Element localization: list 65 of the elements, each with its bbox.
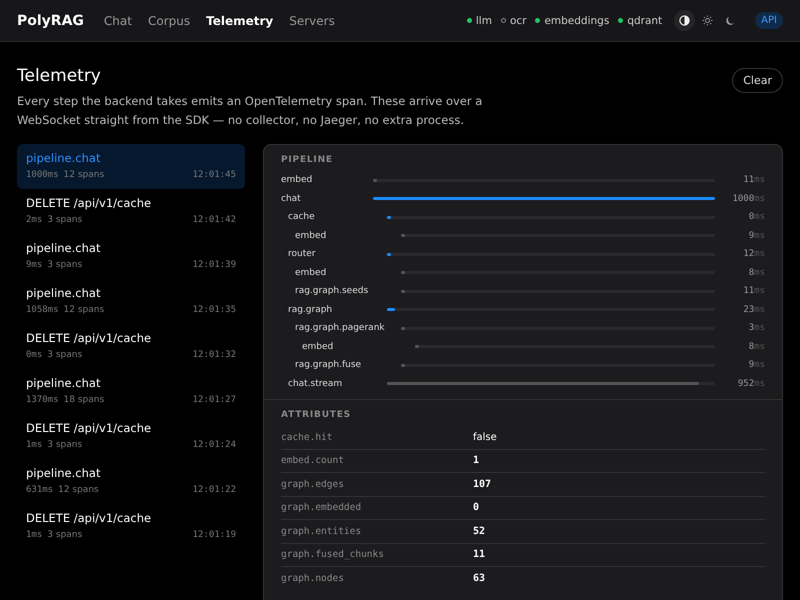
- attribute-value: 52: [473, 526, 486, 537]
- span-name[interactable]: cache: [281, 212, 380, 222]
- attribute-value: false: [473, 432, 497, 443]
- span-duration: 12ms: [742, 249, 765, 260]
- nav-link[interactable]: Servers: [289, 14, 335, 28]
- span-name[interactable]: chat.stream: [281, 378, 380, 389]
- attribute-key: graph.embedded: [281, 502, 473, 514]
- trace-item[interactable]: pipeline.chat 1370ms 18 spans 12:01:27: [17, 369, 245, 414]
- page-title: Telemetry: [17, 66, 102, 86]
- trace-item[interactable]: pipeline.chat 1058ms 12 spans 12:01:35: [17, 279, 245, 324]
- span-duration: 9ms: [748, 360, 765, 370]
- span-duration: 952ms: [736, 378, 765, 389]
- api-badge[interactable]: API: [755, 12, 783, 29]
- span-name[interactable]: rag.graph.fuse: [281, 360, 387, 370]
- nav-link[interactable]: Telemetry: [206, 14, 274, 28]
- span-duration: 9ms: [748, 230, 765, 241]
- attribute-value: 11: [473, 549, 486, 560]
- trace-item[interactable]: pipeline.chat 1000ms 12 spans 12:01:45: [17, 144, 245, 189]
- span-name[interactable]: rag.graph.seeds: [281, 286, 387, 296]
- span-name[interactable]: embed: [281, 230, 387, 241]
- service-label: ocr: [510, 14, 526, 26]
- span-name[interactable]: embed: [281, 268, 387, 278]
- attribute-value: 107: [473, 478, 492, 490]
- attribute-key: graph.edges: [281, 478, 473, 490]
- span-duration: 1000ms: [731, 194, 765, 204]
- attribute-key: graph.nodes: [281, 572, 473, 584]
- attribute-key: graph.entities: [281, 526, 473, 537]
- nav-link[interactable]: Corpus: [148, 14, 190, 28]
- trace-item[interactable]: pipeline.chat 631ms 12 spans 12:01:22: [17, 459, 245, 504]
- span-duration: 11ms: [742, 286, 765, 296]
- span-duration: 11ms: [742, 175, 765, 186]
- trace-item[interactable]: DELETE /api/v1/cache 1ms 3 spans 12:01:19: [17, 504, 245, 549]
- service-label: qdrant: [627, 14, 662, 26]
- span-name[interactable]: embed: [281, 342, 394, 352]
- trace-item[interactable]: DELETE /api/v1/cache 1ms 3 spans 12:01:24: [17, 414, 245, 459]
- span-duration: 0ms: [748, 212, 765, 222]
- page-description: Every step the backend takes emits an OpenTelemetry span. These arrive over a WebSocket straight from the SDK — no collector, no Jaeger, no extra process.: [17, 93, 484, 129]
- attribute-value: 63: [473, 572, 486, 584]
- contrast-theme-button[interactable]: [674, 10, 696, 31]
- span-duration: 3ms: [748, 323, 765, 334]
- attribute-key: cache.hit: [281, 432, 473, 443]
- section-title: PIPELINE: [281, 155, 334, 165]
- span-name[interactable]: embed: [281, 175, 373, 186]
- trace-item[interactable]: DELETE /api/v1/cache 0ms 3 spans 12:01:32: [17, 324, 245, 369]
- service-label: llm: [476, 14, 492, 26]
- span-name[interactable]: rag.graph.pagerank: [281, 323, 387, 334]
- attribute-key: embed.count: [281, 455, 473, 466]
- span-duration: 23ms: [742, 304, 765, 315]
- service-label: embeddings: [544, 14, 610, 26]
- nav-link[interactable]: Chat: [104, 14, 132, 28]
- section-title: ATTRIBUTES: [281, 410, 352, 420]
- span-name[interactable]: rag.graph: [281, 304, 380, 315]
- contrast-icon: [679, 15, 690, 26]
- span-name[interactable]: chat: [281, 194, 373, 204]
- attribute-value: 1: [473, 455, 480, 466]
- clear-button[interactable]: Clear: [732, 68, 783, 93]
- span-name[interactable]: router: [281, 249, 380, 260]
- span-duration: 8ms: [748, 268, 765, 278]
- trace-item[interactable]: pipeline.chat 9ms 3 spans 12:01:39: [17, 234, 245, 279]
- trace-item[interactable]: DELETE /api/v1/cache 2ms 3 spans 12:01:42: [17, 189, 245, 234]
- attribute-key: graph.fused_chunks: [281, 549, 473, 560]
- attribute-value: 0: [473, 502, 480, 514]
- span-duration: 8ms: [748, 342, 765, 352]
- brand-logo[interactable]: PolyRAG: [17, 12, 84, 28]
- sun-icon: [702, 15, 714, 26]
